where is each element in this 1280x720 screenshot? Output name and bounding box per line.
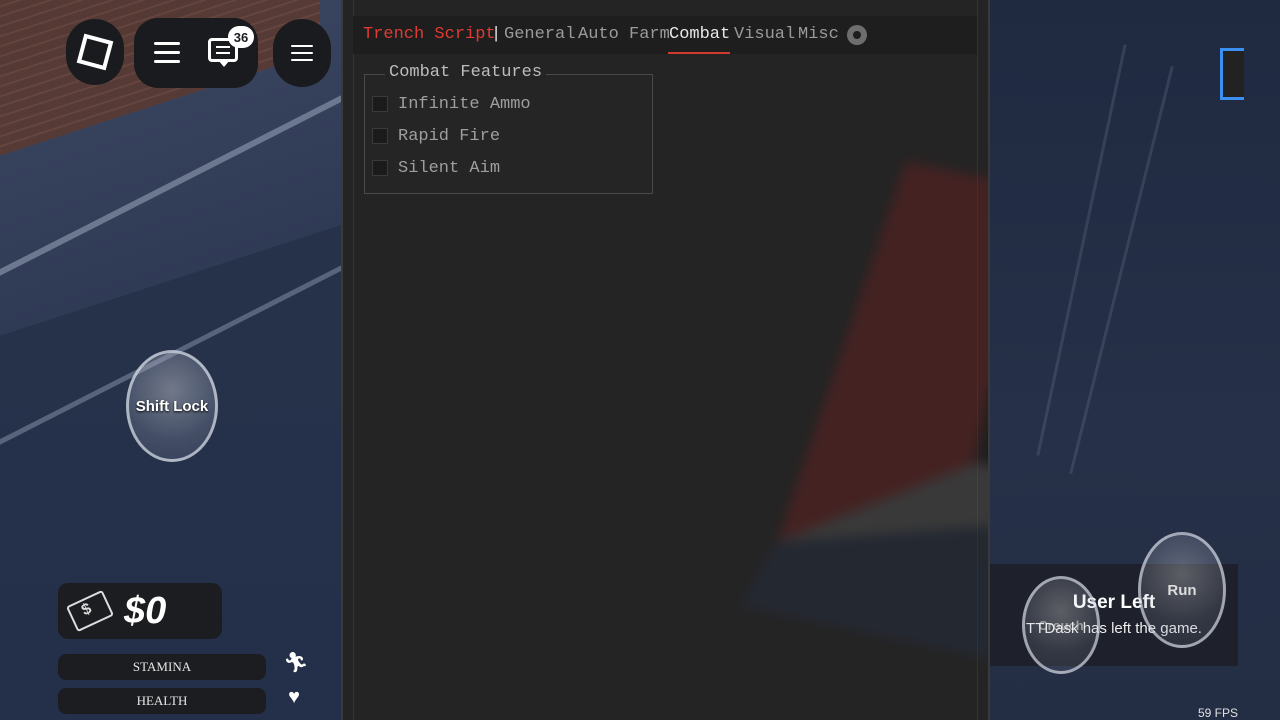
chat-icon-tail bbox=[218, 60, 230, 67]
group-title: Combat Features bbox=[385, 63, 547, 82]
tab-visual[interactable]: Visual bbox=[734, 25, 795, 44]
tab-misc[interactable]: Misc bbox=[798, 25, 839, 44]
checkbox[interactable] bbox=[372, 96, 388, 112]
tab-combat[interactable]: Combat bbox=[669, 25, 730, 44]
option-label: Silent Aim bbox=[398, 158, 501, 178]
option-silent-aim[interactable]: Silent Aim bbox=[372, 157, 500, 179]
option-label: Rapid Fire bbox=[398, 126, 501, 146]
gear-icon[interactable] bbox=[844, 22, 870, 48]
combat-features-group: Combat Features Infinite Ammo Rapid Fire… bbox=[364, 63, 653, 194]
run-button[interactable]: Run bbox=[1138, 532, 1226, 648]
running-icon: 🏃︎ bbox=[283, 652, 309, 674]
checkbox[interactable] bbox=[372, 128, 388, 144]
more-menu-icon bbox=[291, 45, 313, 65]
chat-unread-badge: 36 bbox=[228, 26, 254, 48]
more-options-button[interactable] bbox=[273, 19, 331, 87]
stamina-bar: STAMINA bbox=[58, 654, 266, 680]
crouch-button[interactable]: Crouch bbox=[1022, 576, 1100, 674]
menu-icon[interactable] bbox=[154, 42, 180, 63]
shift-lock-button[interactable]: Shift Lock bbox=[126, 350, 218, 462]
health-bar: HEALTH bbox=[58, 688, 266, 714]
script-title: Trench Script bbox=[363, 25, 496, 44]
fps-counter: 59 FPS bbox=[1198, 706, 1239, 720]
top-bar-pill: 36 bbox=[134, 18, 258, 88]
tab-general[interactable]: General bbox=[504, 25, 575, 44]
money-value: $0 bbox=[124, 589, 167, 632]
heart-icon: ♥ bbox=[288, 686, 300, 708]
tab-auto-farm[interactable]: Auto Farm bbox=[578, 25, 670, 44]
script-titlebar: Trench Script | General Auto Farm Combat… bbox=[353, 16, 977, 54]
money-display: $0 bbox=[58, 583, 222, 639]
option-rapid-fire[interactable]: Rapid Fire bbox=[372, 125, 500, 147]
roblox-logo-icon bbox=[76, 33, 114, 71]
option-infinite-ammo[interactable]: Infinite Ammo bbox=[372, 93, 531, 115]
title-separator: | bbox=[491, 25, 502, 44]
roblox-menu-button[interactable] bbox=[66, 19, 124, 85]
checkbox[interactable] bbox=[372, 160, 388, 176]
player-avatar[interactable] bbox=[1220, 48, 1244, 100]
option-label: Infinite Ammo bbox=[398, 94, 531, 114]
active-tab-indicator bbox=[668, 52, 730, 54]
cash-icon bbox=[65, 589, 115, 633]
